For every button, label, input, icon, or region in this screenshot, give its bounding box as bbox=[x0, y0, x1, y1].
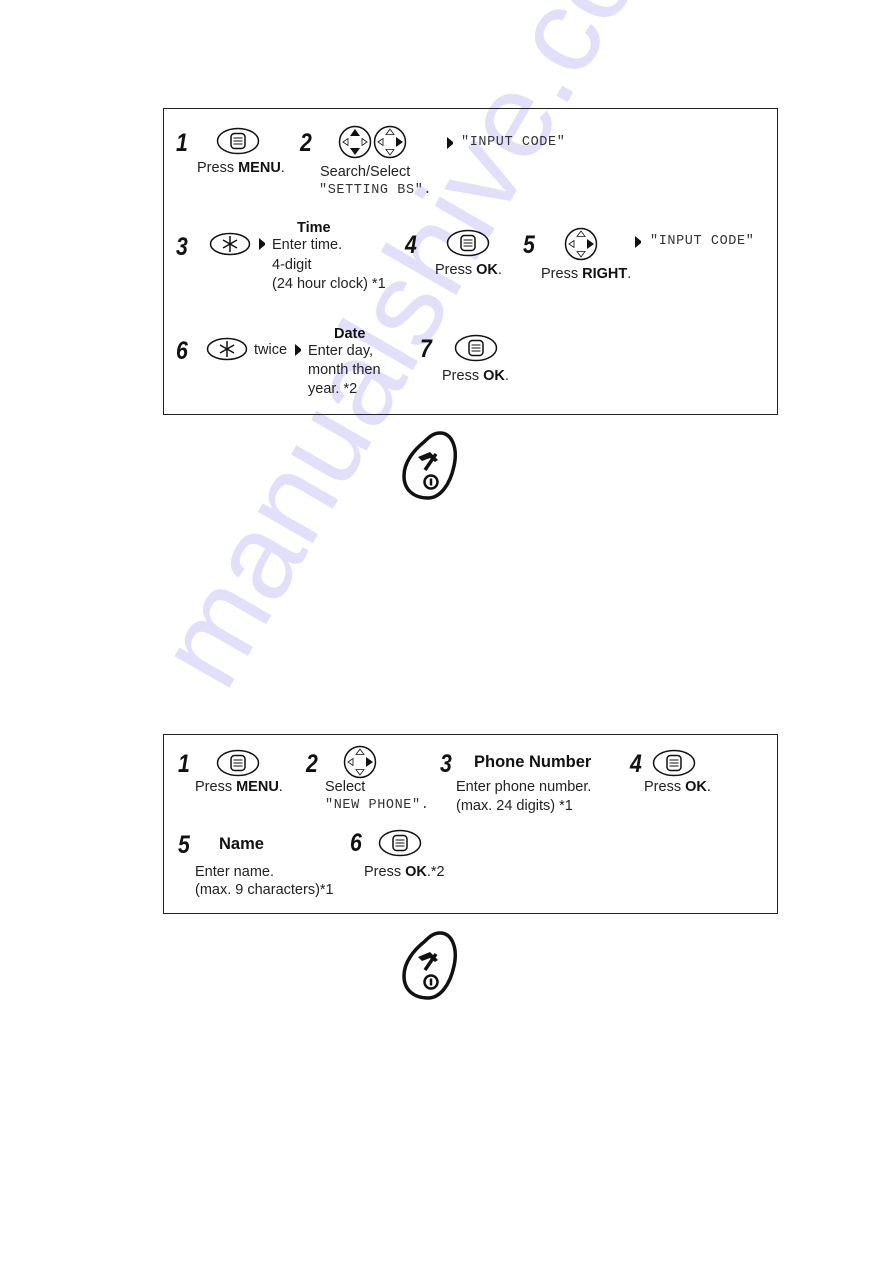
step-6-instruction: Press OK.*2 bbox=[364, 864, 445, 880]
menu-item-setting-bs: "SETTING BS". bbox=[319, 183, 433, 198]
date-heading: Date bbox=[334, 326, 366, 342]
ok-button-icon bbox=[454, 334, 498, 362]
navigator-up-down-icon bbox=[338, 125, 372, 159]
twice-label: twice bbox=[254, 342, 288, 358]
step-1-instruction: Press MENU. bbox=[195, 779, 283, 795]
step-number: 5 bbox=[523, 231, 535, 259]
step-number: 5 bbox=[178, 831, 190, 859]
result-arrow-icon bbox=[446, 137, 454, 149]
star-key-icon bbox=[209, 232, 251, 256]
step-number: 6 bbox=[176, 337, 188, 365]
step-number: 3 bbox=[440, 750, 452, 778]
navigator-right-icon bbox=[564, 227, 598, 261]
step-number: 7 bbox=[420, 335, 432, 363]
step-5-line: Enter name. bbox=[195, 864, 274, 880]
result-arrow-icon bbox=[294, 344, 302, 356]
step-6-line: Enter day, bbox=[308, 343, 374, 359]
step-number: 1 bbox=[178, 750, 190, 778]
step-number: 2 bbox=[300, 129, 312, 157]
menu-button-icon bbox=[216, 127, 260, 155]
step-3-line: Enter time. bbox=[272, 237, 343, 253]
ok-button-icon bbox=[652, 749, 696, 777]
step-6-line: month then bbox=[308, 362, 381, 378]
end-call-power-button-icon bbox=[400, 430, 460, 502]
time-heading: Time bbox=[297, 220, 331, 236]
step-number: 4 bbox=[405, 231, 417, 259]
star-key-icon bbox=[206, 337, 248, 361]
navigator-right-icon bbox=[373, 125, 407, 159]
step-1-instruction: Press MENU. bbox=[197, 160, 285, 176]
step-3-line: Enter phone number. bbox=[456, 779, 592, 795]
result-arrow-icon bbox=[634, 236, 642, 248]
step-5-instruction: Press RIGHT. bbox=[541, 266, 632, 282]
step-4-instruction: Press OK. bbox=[644, 779, 711, 795]
step-number: 3 bbox=[176, 233, 188, 261]
step-2-instruction: Select bbox=[325, 779, 366, 795]
step-2-instruction: Search/Select bbox=[320, 164, 411, 180]
display-input-code: "INPUT CODE" bbox=[461, 135, 566, 150]
result-arrow-icon bbox=[258, 238, 266, 250]
menu-item-new-phone: "NEW PHONE". bbox=[325, 798, 430, 813]
step-3-line: (max. 24 digits) *1 bbox=[456, 798, 573, 814]
step-3-line: (24 hour clock) *1 bbox=[272, 276, 386, 292]
step-6-line: year. *2 bbox=[308, 381, 358, 397]
ok-button-icon bbox=[378, 829, 422, 857]
navigator-right-icon bbox=[343, 745, 377, 779]
step-number: 4 bbox=[630, 750, 642, 778]
step-number: 2 bbox=[306, 750, 318, 778]
end-call-power-button-icon bbox=[400, 930, 460, 1002]
display-input-code: "INPUT CODE" bbox=[650, 234, 755, 249]
name-heading: Name bbox=[219, 835, 264, 853]
step-number: 1 bbox=[176, 129, 188, 157]
menu-button-icon bbox=[216, 749, 260, 777]
step-5-line: (max. 9 characters)*1 bbox=[195, 882, 334, 898]
step-3-line: 4-digit bbox=[272, 257, 312, 273]
ok-button-icon bbox=[446, 229, 490, 257]
step-4-instruction: Press OK. bbox=[435, 262, 502, 278]
step-7-instruction: Press OK. bbox=[442, 368, 509, 384]
phone-number-heading: Phone Number bbox=[474, 753, 592, 771]
step-number: 6 bbox=[350, 829, 362, 857]
